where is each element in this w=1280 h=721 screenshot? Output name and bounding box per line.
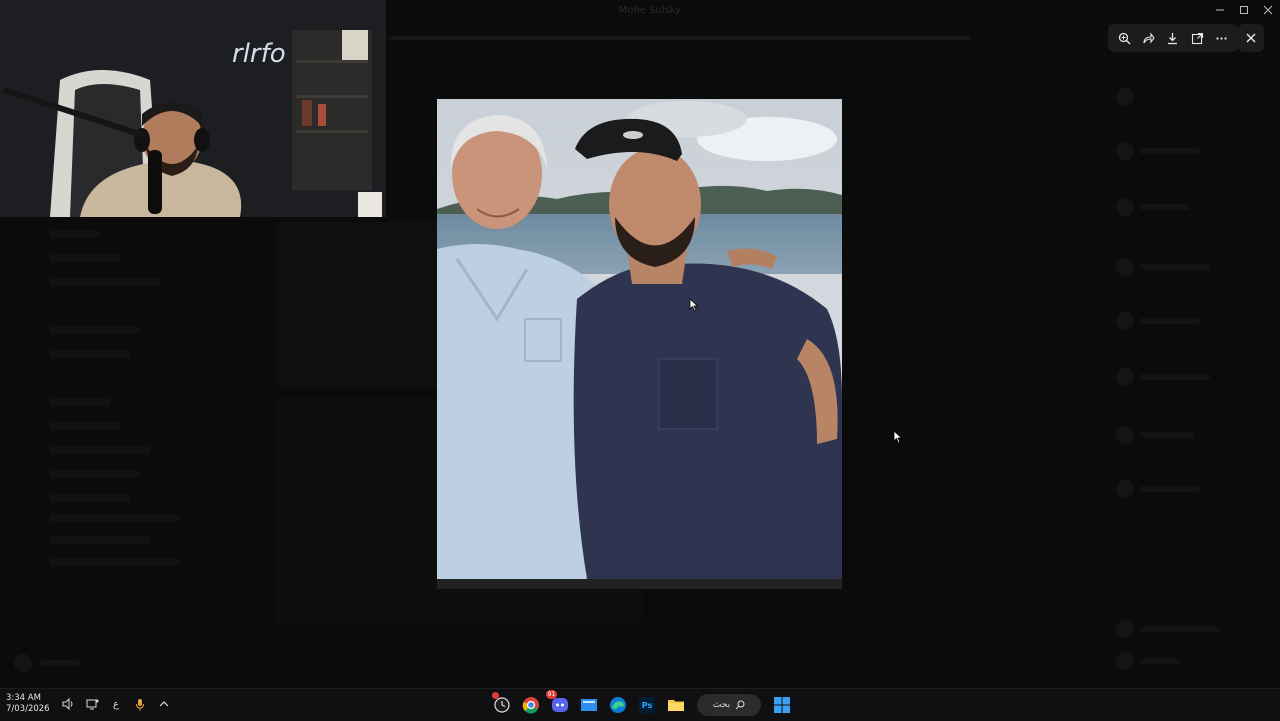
- taskbar-search[interactable]: بحث: [697, 694, 761, 716]
- edge-icon: [610, 697, 626, 713]
- chrome-button[interactable]: [519, 693, 543, 717]
- maximize-button[interactable]: [1232, 0, 1256, 20]
- microphone-icon: [136, 698, 144, 710]
- chrome-icon: [522, 697, 539, 714]
- dimmed-video-tile: [277, 222, 437, 387]
- share-button[interactable]: [1139, 28, 1159, 48]
- close-viewer-button[interactable]: [1238, 24, 1264, 52]
- download-icon: [1168, 32, 1178, 44]
- notification-dot: [492, 692, 499, 699]
- image-viewer-toolbar: [1108, 24, 1238, 52]
- mouse-cursor-icon: [689, 298, 699, 312]
- network-icon: [86, 699, 98, 710]
- discord-badge: 91: [546, 690, 557, 699]
- start-button[interactable]: [770, 693, 794, 717]
- close-icon: [1246, 33, 1256, 43]
- window-close-button[interactable]: [1256, 0, 1280, 20]
- dimmed-channel-list: [0, 222, 275, 622]
- taskbar-apps: 91 Ps بحث: [490, 690, 794, 717]
- window-close-icon: [1263, 5, 1273, 15]
- microphone-button[interactable]: [132, 696, 148, 712]
- discord-button[interactable]: 91: [546, 690, 572, 717]
- viewed-photo[interactable]: [437, 99, 842, 579]
- file-explorer-icon: [668, 700, 684, 711]
- system-clock[interactable]: 3:34 AM 7/03/2026: [6, 693, 56, 715]
- photoshop-button[interactable]: Ps: [635, 693, 659, 717]
- clock-time: 3:34 AM: [6, 693, 41, 703]
- taskbar: 3:34 AM 7/03/2026 ع 91 Ps بحث: [0, 688, 1280, 721]
- volume-icon: [62, 698, 72, 710]
- dimmed-user-panel: [0, 648, 280, 678]
- zoom-in-button[interactable]: [1114, 28, 1134, 48]
- chevron-up-icon: [159, 701, 169, 707]
- photoshop-label: Ps: [641, 700, 653, 710]
- edge-button[interactable]: [606, 693, 630, 717]
- open-external-icon: [1191, 32, 1203, 44]
- minimize-icon: [1216, 9, 1224, 11]
- clock-app-button[interactable]: [490, 692, 514, 717]
- task-view-icon: [581, 699, 597, 711]
- language-indicator[interactable]: ع: [108, 696, 124, 712]
- webcam-overlay: rlrfo: [0, 0, 386, 217]
- more-options-icon: [1216, 36, 1227, 40]
- window-title: Mohe Sulsky: [618, 5, 682, 16]
- system-tray: ع: [60, 696, 172, 712]
- share-icon: [1143, 31, 1155, 44]
- file-explorer-button[interactable]: [664, 693, 688, 717]
- network-button[interactable]: [84, 696, 100, 712]
- clock-date: 7/03/2026: [6, 704, 50, 714]
- download-button[interactable]: [1163, 28, 1183, 48]
- minimize-button[interactable]: [1208, 0, 1232, 20]
- dimmed-message-header: [390, 28, 990, 48]
- mouse-cursor-icon: [893, 430, 903, 444]
- search-label: بحث: [712, 700, 731, 710]
- maximize-icon: [1240, 6, 1248, 14]
- svg-text:rlrfo: rlrfo: [232, 39, 286, 69]
- search-icon: [735, 700, 745, 710]
- task-view-button[interactable]: [577, 693, 601, 717]
- zoom-in-icon: [1118, 32, 1131, 44]
- window-controls: [1208, 0, 1280, 22]
- windows-start-icon: [774, 697, 790, 713]
- volume-button[interactable]: [60, 696, 76, 712]
- open-external-button[interactable]: [1187, 28, 1207, 48]
- image-viewer-frame: [437, 99, 842, 589]
- show-hidden-icons-button[interactable]: [156, 696, 172, 712]
- more-options-button[interactable]: [1212, 28, 1232, 48]
- dimmed-member-list: [1108, 60, 1280, 680]
